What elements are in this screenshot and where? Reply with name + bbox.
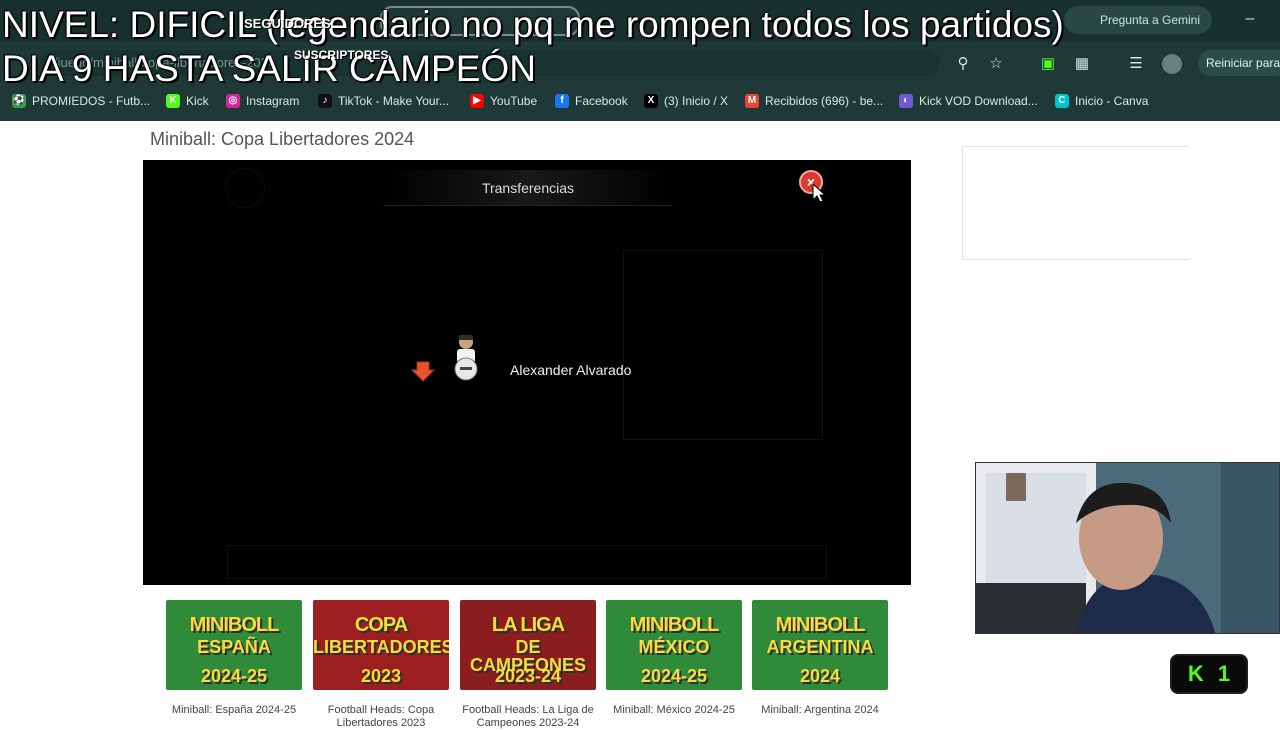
bookmark-item[interactable]: ⚽ PROMIEDOS - Futb...: [12, 93, 150, 109]
restart-update-button[interactable]: Reiniciar para: [1198, 50, 1280, 76]
kick-viewer-count: 1: [1217, 661, 1231, 686]
canva-icon: C: [1055, 94, 1069, 108]
bookmark-label: YouTube: [490, 94, 538, 108]
instagram-icon: ◎: [226, 94, 240, 108]
player-name: Alexander Alvarado: [510, 362, 632, 378]
tiktok-icon: ♪: [318, 94, 332, 108]
active-tab[interactable]: [380, 6, 580, 36]
profile-avatar-icon[interactable]: [1162, 54, 1182, 74]
bookmark-label: Kick: [186, 94, 209, 108]
kick-icon: K: [166, 94, 180, 108]
kick-vod-icon: ◐: [899, 94, 913, 108]
faint-bottom-bar: [227, 545, 827, 579]
thumbnail-art-text: 2023: [360, 666, 402, 686]
thumbnail-art-text: LIBERTADORES: [313, 637, 449, 657]
tab-strip: Pregunta a Gemini –: [0, 0, 1280, 42]
faint-lineup-panel: [623, 250, 823, 440]
minimize-button[interactable]: –: [1238, 10, 1262, 30]
bookmark-star-icon[interactable]: ☆: [986, 54, 1006, 74]
thumbnail-art-text: ARGENTINA: [766, 637, 874, 657]
bookmark-label: (3) Inicio / X: [664, 94, 729, 108]
extensions-puzzle-icon[interactable]: ▦: [1072, 54, 1092, 74]
bookmark-item[interactable]: ◎ Instagram: [226, 93, 299, 109]
player-avatar: [454, 335, 478, 381]
thumbnail-art-text: COPA: [354, 614, 408, 636]
x-icon: X: [644, 94, 658, 108]
thumbnail-art-text: 2024-25: [640, 666, 708, 686]
game-thumbnail-card[interactable]: MINIBOLL MÉXICO 2024-25 Miniball: México 20…: [606, 600, 742, 720]
game-thumbnail-image[interactable]: MINIBOLL ARGENTINA 2024: [752, 600, 888, 690]
game-thumbnail-image[interactable]: COPA LIBERTADORES 2023: [313, 600, 449, 690]
transfers-header: Transferencias: [383, 170, 673, 206]
bookmark-label: Facebook: [575, 94, 628, 108]
game-canvas[interactable]: Transferencias × Alexander Alvarado: [143, 160, 911, 585]
page-title: Miniball: Copa Libertadores 2024: [150, 129, 415, 149]
thumbnail-art-text: ESPAÑA: [197, 637, 271, 657]
kick-viewer-badge: K 1: [1170, 654, 1248, 694]
bookmark-item[interactable]: K Kick: [166, 93, 209, 109]
webcam-feed: [975, 462, 1280, 634]
bookmark-item[interactable]: M Recibidos (696) - be...: [745, 93, 883, 109]
thumbnail-art-text: LA LIGA: [491, 614, 565, 636]
bookmarks-bar: ⚽ PROMIEDOS - Futb... K Kick ◎ Instagram ♪ TikT…: [0, 88, 1280, 112]
game-thumbnail-caption[interactable]: Miniball: México 2024-25: [606, 704, 742, 717]
thumbnail-art-text: MINIBOLL: [775, 614, 866, 636]
extension-kick-icon[interactable]: ▣: [1038, 54, 1058, 74]
bookmark-label: Instagram: [246, 94, 300, 108]
game-thumbnail-card[interactable]: MINIBOLL ESPAÑA 2024-25 Miniball: España 20…: [166, 600, 302, 720]
thumbnail-art-text: MINIBOLL: [189, 614, 280, 636]
game-thumbnail-image[interactable]: MINIBOLL MÉXICO 2024-25: [606, 600, 742, 690]
bookmark-item[interactable]: ◐ Kick VOD Download...: [899, 93, 1038, 109]
bookmark-label: Recibidos (696) - be...: [765, 94, 884, 108]
bookmark-label: TikTok - Make Your...: [338, 94, 449, 108]
bookmark-item[interactable]: ▶ YouTube: [470, 93, 537, 109]
thumbnail-art-text: 2024: [799, 666, 841, 686]
bookmark-item[interactable]: f Facebook: [555, 93, 628, 109]
game-thumbnail-caption[interactable]: Miniball: Argentina 2024: [752, 704, 888, 717]
thumbnail-art-text: MINIBOLL: [629, 614, 720, 636]
faint-menu-icon: [225, 168, 265, 208]
thumbnail-art-text: MÉXICO: [638, 637, 710, 657]
thumbnail-art-text: 2024-25: [200, 666, 268, 686]
game-thumbnail-card[interactable]: LA LIGA DE CAMPEONES 2023-24 Football Heads…: [460, 600, 596, 729]
youtube-icon: ▶: [470, 94, 484, 108]
game-thumbnail-card[interactable]: MINIBOLL ARGENTINA 2024 Miniball: Argentina…: [752, 600, 888, 720]
bookmark-label: Inicio - Canva: [1075, 94, 1149, 108]
game-thumbnail-caption[interactable]: Football Heads: La Liga de Campeones 202…: [460, 704, 596, 730]
kick-logo-icon: K: [1187, 661, 1204, 686]
bookmark-label: PROMIEDOS - Futb...: [32, 94, 151, 108]
bookmark-item[interactable]: C Inicio - Canva: [1055, 93, 1148, 109]
game-thumbnail-image[interactable]: LA LIGA DE CAMPEONES 2023-24: [460, 600, 596, 690]
related-games: MINIBOLL ESPAÑA 2024-25 Miniball: España 20…: [166, 600, 888, 729]
game-thumbnail-caption[interactable]: Football Heads: Copa Libertadores 2023: [313, 704, 449, 730]
bookmark-item[interactable]: ♪ TikTok - Make Your...: [318, 93, 449, 109]
zoom-icon[interactable]: ⚲: [953, 54, 973, 74]
game-thumbnail-caption[interactable]: Miniball: España 2024-25: [166, 704, 302, 717]
media-control-icon[interactable]: ☰: [1126, 54, 1146, 74]
thumbnail-art-text: 2023-24: [494, 666, 562, 686]
browser-chrome: Pregunta a Gemini – /juego/miniball-copa…: [0, 0, 1280, 121]
bookmark-item[interactable]: X (3) Inicio / X: [644, 93, 728, 109]
address-bar[interactable]: /juego/miniball-copa-libertadores-2024: [40, 50, 940, 76]
streamer-webcam-image: [976, 463, 1279, 633]
transfer-out-arrow-icon: [411, 361, 435, 382]
promiedos-icon: ⚽: [12, 94, 26, 108]
ad-placeholder: [962, 146, 1189, 260]
mouse-cursor-icon: [812, 182, 827, 203]
gemini-button[interactable]: Pregunta a Gemini: [1064, 6, 1212, 34]
facebook-icon: f: [555, 94, 569, 108]
bookmark-label: Kick VOD Download...: [919, 94, 1038, 108]
gmail-icon: M: [745, 94, 759, 108]
game-thumbnail-card[interactable]: COPA LIBERTADORES 2023 Football Heads: Copa…: [313, 600, 449, 729]
game-thumbnail-image[interactable]: MINIBOLL ESPAÑA 2024-25: [166, 600, 302, 690]
